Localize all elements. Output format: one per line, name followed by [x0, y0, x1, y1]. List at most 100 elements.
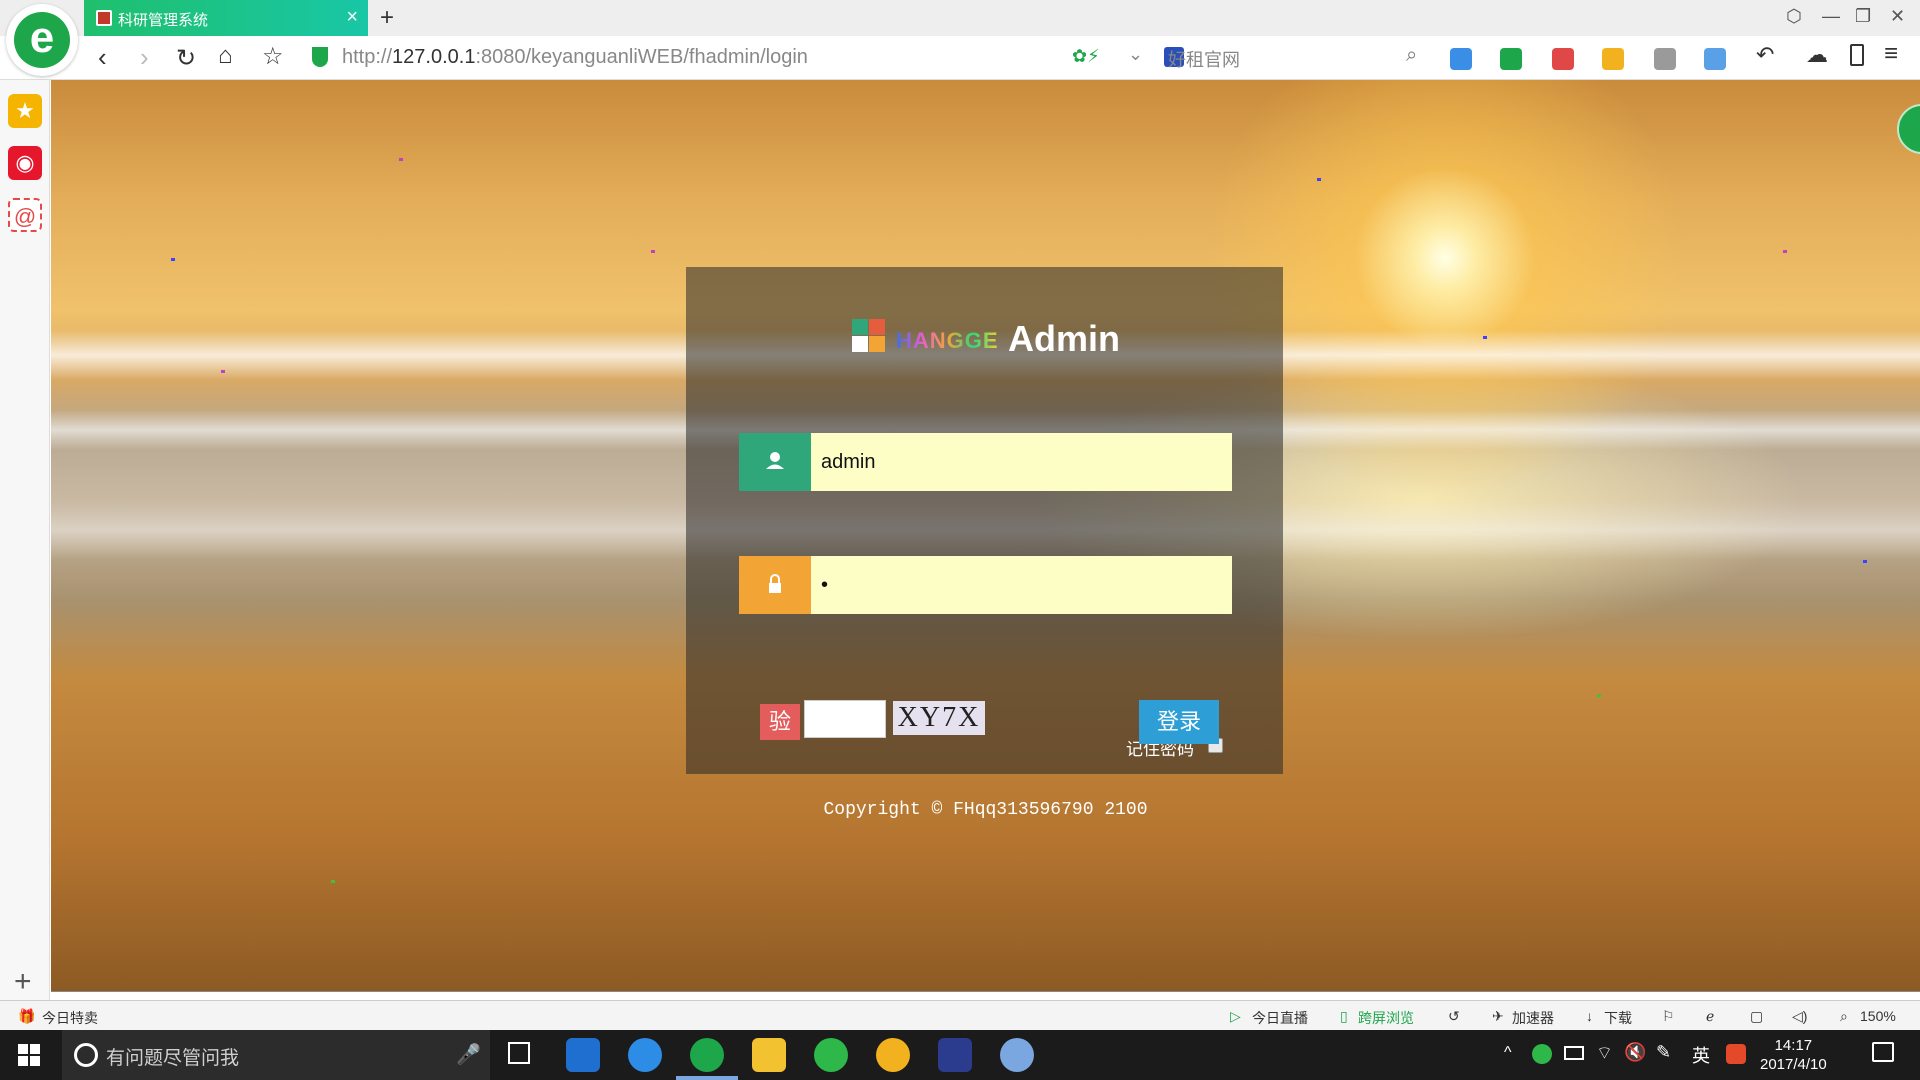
ime-language[interactable]: 英 — [1692, 1042, 1710, 1068]
captcha-tag: 验 — [760, 704, 800, 740]
security-shield-icon — [312, 47, 328, 67]
360-browser-icon[interactable] — [690, 1038, 724, 1072]
cortana-icon — [74, 1043, 98, 1067]
horizontal-scrollbar[interactable] — [51, 991, 1920, 992]
refresh-icon[interactable]: ↻ — [176, 44, 196, 73]
home-icon[interactable]: ⌂ — [218, 42, 233, 70]
live-link[interactable]: 今日直播 — [1252, 1008, 1308, 1028]
play-icon[interactable]: ▷ — [1230, 1008, 1241, 1025]
zoom-icon[interactable]: ⌕ — [1840, 1008, 1848, 1025]
login-button[interactable]: 登录 — [1139, 700, 1219, 744]
gift-icon[interactable]: 🎁 — [18, 1008, 35, 1025]
sidebar-weibo-icon[interactable]: ◉ — [8, 146, 42, 180]
cortana-placeholder: 有问题尽管问我 — [106, 1048, 240, 1069]
login-page-background: HANGGE Admin 记住密码 验 XY7X 登录 Copyright © … — [51, 80, 1920, 992]
close-window-icon[interactable]: ✕ — [1890, 6, 1905, 27]
logo-admin-text: Admin — [1008, 318, 1120, 359]
particle-dot — [1863, 560, 1867, 563]
ie-mode-icon[interactable]: ℯ — [1706, 1008, 1714, 1025]
accelerator-link[interactable]: 加速器 — [1512, 1008, 1554, 1028]
particle-dot — [331, 880, 335, 883]
pen-icon[interactable]: ✎ — [1656, 1042, 1671, 1063]
navigation-bar: ‹ › ↻ ⌂ ☆ http://127.0.0.1:8080/keyangua… — [0, 36, 1920, 80]
battery-icon[interactable] — [1564, 1046, 1584, 1060]
sogou-input-icon[interactable] — [1726, 1044, 1746, 1064]
user-icon — [739, 433, 811, 491]
tab-active[interactable]: 科研管理系统 × — [84, 0, 368, 36]
screenshot-icon[interactable] — [1602, 48, 1624, 70]
tab-close-icon[interactable]: × — [346, 6, 358, 29]
paint-icon[interactable] — [1000, 1038, 1034, 1072]
task-view-icon[interactable] — [508, 1042, 530, 1064]
notification-icon[interactable] — [1872, 1042, 1894, 1062]
today-deals-link[interactable]: 今日特卖 — [42, 1008, 98, 1028]
windows-start-icon[interactable] — [18, 1044, 40, 1066]
search-hint[interactable]: 好租官网 — [1168, 46, 1240, 72]
username-row — [739, 433, 1232, 491]
particle-dot — [651, 250, 655, 253]
tray-360-icon[interactable] — [1532, 1044, 1552, 1064]
eclipse-icon[interactable] — [938, 1038, 972, 1072]
rocket-icon[interactable]: ✈ — [1492, 1008, 1504, 1025]
pdf-icon[interactable] — [1552, 48, 1574, 70]
captcha-input[interactable] — [804, 700, 886, 738]
cloud-icon[interactable]: ☁ — [1806, 42, 1828, 68]
sidebar-favorites-star-icon[interactable]: ★ — [8, 94, 42, 128]
undo-icon[interactable]: ↶ — [1756, 42, 1774, 68]
wechat-icon[interactable] — [814, 1038, 848, 1072]
forward-icon[interactable]: › — [140, 42, 149, 73]
flag-icon[interactable]: ⚐ — [1662, 1008, 1675, 1025]
page-favicon-icon — [96, 10, 112, 26]
volume-icon[interactable]: ◁) — [1792, 1008, 1807, 1025]
favorite-star-icon[interactable]: ☆ — [262, 42, 284, 71]
back-icon[interactable]: ‹ — [98, 42, 107, 73]
particle-dot — [221, 370, 225, 373]
logo-square-icon — [869, 336, 885, 352]
file-explorer-icon[interactable] — [752, 1038, 786, 1072]
browser-logo-icon[interactable]: e — [6, 4, 78, 76]
new-tab-plus-icon[interactable]: + — [380, 4, 394, 32]
search-icon[interactable]: ⌕ — [1406, 44, 1417, 67]
cortana-search-box[interactable]: 有问题尽管问我 🎤 — [62, 1030, 490, 1080]
minimize-icon[interactable]: — — [1822, 6, 1840, 27]
apps-icon[interactable] — [1450, 48, 1472, 70]
windows-taskbar: 有问题尽管问我 🎤 ^ ⌔ 🔇 ✎ 英 14:17 2017/4/10 — [0, 1030, 1920, 1080]
captcha-image[interactable]: XY7X — [893, 701, 985, 735]
logo-square-icon — [852, 319, 868, 335]
cross-screen-link[interactable]: 跨屏浏览 — [1358, 1008, 1414, 1028]
cross-screen-icon[interactable]: ▯ — [1340, 1008, 1348, 1025]
download-link[interactable]: 下载 — [1604, 1008, 1632, 1028]
username-input[interactable] — [811, 433, 1232, 491]
restore-icon[interactable]: ❐ — [1855, 6, 1871, 27]
microphone-icon[interactable]: 🎤 — [456, 1042, 481, 1067]
zoom-level[interactable]: 150% — [1860, 1008, 1896, 1024]
particle-dot — [1483, 336, 1487, 339]
system-clock[interactable]: 14:17 2017/4/10 — [1760, 1036, 1827, 1074]
skin-icon[interactable]: ⬡ — [1786, 6, 1802, 27]
phone-icon[interactable] — [1850, 44, 1864, 66]
address-bar[interactable]: http://127.0.0.1:8080/keyanguanliWEB/fha… — [312, 42, 1412, 74]
game-icon[interactable] — [1654, 48, 1676, 70]
edge-icon[interactable] — [566, 1038, 600, 1072]
menu-icon[interactable]: ≡ — [1884, 40, 1898, 68]
window-icon[interactable]: ▢ — [1750, 1008, 1763, 1025]
sidebar-add-icon[interactable]: + — [14, 965, 32, 999]
particle-dot — [1783, 250, 1787, 253]
mute-icon[interactable]: 🔇 — [1624, 1042, 1646, 1063]
dropdown-chevron-icon[interactable]: ⌄ — [1128, 44, 1143, 65]
history-icon[interactable]: ↺ — [1448, 1008, 1460, 1025]
lock-icon — [739, 556, 811, 614]
particle-dot — [1317, 178, 1321, 181]
download-icon[interactable]: ↓ — [1586, 1008, 1593, 1024]
browser-blue-icon[interactable] — [628, 1038, 662, 1072]
wifi-icon[interactable]: ⌔ — [1596, 1042, 1613, 1065]
speed-icon[interactable]: ✿⚡ — [1072, 46, 1100, 67]
magnifier-tool-icon[interactable] — [1704, 48, 1726, 70]
url-text[interactable]: http://127.0.0.1:8080/keyanguanliWEB/fha… — [342, 46, 808, 69]
sidebar-mail-icon[interactable]: @ — [8, 198, 42, 232]
logo-square-icon — [869, 319, 885, 335]
password-input[interactable] — [811, 556, 1232, 614]
tray-chevron-icon[interactable]: ^ — [1504, 1044, 1512, 1062]
app-yellow-icon[interactable] — [876, 1038, 910, 1072]
shield-guard-icon[interactable] — [1500, 48, 1522, 70]
